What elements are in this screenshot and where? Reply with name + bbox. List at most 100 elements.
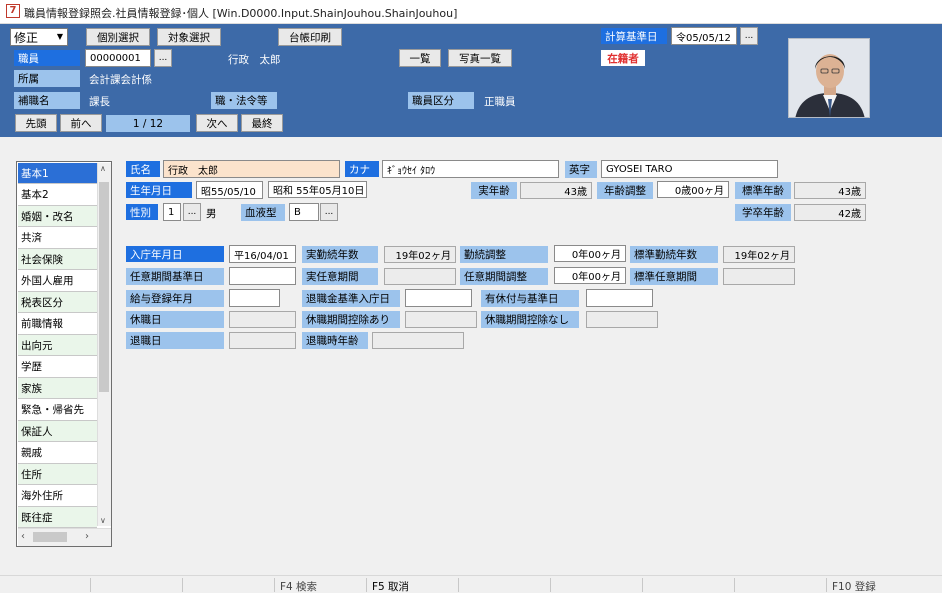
std-age-field: 43歳 (794, 182, 866, 199)
fkey-separator (826, 578, 827, 592)
paid-leave-base-label: 有休付与基準日 (481, 290, 579, 307)
gender-picker-button[interactable]: ... (183, 203, 201, 221)
blood-field[interactable]: B (289, 203, 319, 221)
blood-label: 血液型 (241, 204, 285, 221)
sidebar-item[interactable]: 海外住所 (18, 486, 97, 507)
birth-short-field[interactable]: 昭55/05/10 (196, 181, 263, 199)
grad-age-label: 学卒年齢 (735, 204, 791, 221)
list-button[interactable]: 一覧 (399, 49, 441, 67)
category-label: 職員区分 (408, 92, 474, 109)
ledger-print-button[interactable]: 台帳印刷 (278, 28, 342, 46)
f5-cancel-key[interactable]: F5 取消 (372, 579, 409, 593)
next-record-button[interactable]: 次へ (196, 114, 238, 132)
side-nav-list[interactable]: 基本1 基本2 婚姻・改名 共済 社会保険 外国人雇用 税表区分 前職情報 出向元 学歴 家族 緊急・… (16, 161, 112, 547)
leave-deduct-no-field (586, 311, 658, 328)
name-field[interactable]: 行政 太郎 (163, 160, 340, 178)
f10-register-key[interactable]: F10 登録 (832, 579, 876, 593)
paid-leave-base-field[interactable] (586, 289, 653, 307)
sidebar-item[interactable]: 税表区分 (18, 292, 97, 313)
optional-adjust-field[interactable]: 0年00ヶ月 (554, 267, 626, 284)
sidebar-item[interactable]: 家族 (18, 378, 97, 399)
service-adjust-field[interactable]: 0年00ヶ月 (554, 245, 626, 262)
std-age-label: 標準年齢 (735, 182, 791, 199)
salary-reg-field[interactable] (229, 289, 280, 307)
sidebar-item[interactable]: 住所 (18, 464, 97, 485)
sidebar-item[interactable]: 学歴 (18, 357, 97, 378)
retire-date-field (229, 332, 296, 349)
position-value: 課長 (89, 96, 110, 108)
fkey-separator (366, 578, 367, 592)
scrollbar-thumb[interactable] (99, 182, 109, 392)
sidebar-item[interactable]: 前職情報 (18, 314, 97, 335)
sidebar-item[interactable]: 基本2 (18, 185, 97, 206)
birth-label: 生年月日 (126, 182, 192, 198)
fkey-separator (274, 578, 275, 592)
leave-date-field (229, 311, 296, 328)
sidebar-item[interactable]: 既往症 (18, 507, 97, 528)
optional-adjust-label: 任意期間調整 (460, 268, 548, 285)
kana-field[interactable]: ｷﾞｮｳｾｲ ﾀﾛｳ (382, 160, 559, 178)
sidebar-item[interactable]: 婚姻・改名 (18, 206, 97, 227)
first-record-button[interactable]: 先頭 (15, 114, 57, 132)
eiji-label: 英字 (565, 161, 597, 178)
employee-photo (788, 38, 870, 118)
sidebar-item[interactable]: 基本1 (18, 163, 97, 184)
sidebar-item[interactable]: 親戚 (18, 443, 97, 464)
name-label: 氏名 (126, 161, 160, 177)
employee-label: 職員 (14, 50, 80, 66)
leave-date-label: 休職日 (126, 311, 224, 328)
chevron-down-icon[interactable]: ∨ (100, 516, 106, 525)
employee-number-field[interactable]: 00000001 (85, 49, 151, 67)
chevron-up-icon[interactable]: ∧ (100, 164, 106, 173)
target-select-button[interactable]: 対象選択 (157, 28, 221, 46)
sidebar-item[interactable]: 保証人 (18, 421, 97, 442)
sidebar-item[interactable]: 緊急・帰省先 (18, 400, 97, 421)
service-adjust-label: 勤続調整 (460, 246, 548, 263)
std-years-field: 19年02ヶ月 (723, 246, 795, 263)
retire-age-field (372, 332, 464, 349)
calc-date-picker-button[interactable]: ... (740, 27, 758, 45)
window-title: 職員情報登録照会.社員情報登録･個人 [Win.D0000.Input.Shai… (24, 7, 458, 20)
photo-list-button[interactable]: 写真一覧 (448, 49, 512, 67)
sidebar-item[interactable]: 社会保険 (18, 249, 97, 270)
dept-value: 会計課会計係 (89, 74, 152, 86)
retire-base-field[interactable] (405, 289, 472, 307)
person-photo-icon (789, 39, 869, 117)
leave-deduct-no-label: 休職期間控除なし (481, 311, 579, 328)
optional-base-field[interactable] (229, 267, 296, 285)
retire-date-label: 退職日 (126, 332, 224, 349)
optional-actual-field (384, 268, 456, 285)
blood-picker-button[interactable]: ... (320, 203, 338, 221)
fkey-separator (458, 578, 459, 592)
category-value: 正職員 (484, 96, 516, 108)
employee-search-button[interactable]: ... (154, 49, 172, 67)
fkey-separator (90, 578, 91, 592)
sidebar-item[interactable]: 出向元 (18, 335, 97, 356)
calc-date-label: 計算基準日 (601, 28, 667, 44)
prev-record-button[interactable]: 前へ (60, 114, 102, 132)
chevron-down-icon: ▼ (56, 32, 63, 41)
chevron-right-icon[interactable]: › (85, 531, 89, 542)
calc-date-field[interactable]: 令05/05/12 (671, 27, 737, 45)
age-adjust-field[interactable]: 0歳00ヶ月 (657, 181, 729, 198)
actual-years-label: 実勤続年数 (302, 246, 378, 263)
age-field: 43歳 (520, 182, 592, 199)
join-date-field[interactable]: 平16/04/01 (229, 245, 296, 263)
sidebar-item[interactable]: 共済 (18, 228, 97, 249)
leave-deduct-yes-label: 休職期間控除あり (302, 311, 400, 328)
individual-select-button[interactable]: 個別選択 (86, 28, 150, 46)
last-record-button[interactable]: 最終 (241, 114, 283, 132)
mode-select[interactable]: 修正 ▼ (10, 28, 68, 46)
gender-code-field[interactable]: 1 (163, 203, 181, 221)
status-badge: 在籍者 (601, 50, 645, 66)
join-date-label: 入庁年月日 (126, 246, 224, 262)
app-icon: 7 (6, 4, 20, 18)
chevron-left-icon[interactable]: ‹ (21, 531, 25, 542)
sidebar-item[interactable]: 外国人雇用 (18, 271, 97, 292)
f4-search-key[interactable]: F4 検索 (280, 579, 317, 593)
std-optional-field (723, 268, 795, 285)
gender-label: 性別 (126, 204, 158, 220)
page-indicator: 1 / 12 (106, 115, 190, 132)
scrollbar-thumb[interactable] (33, 532, 67, 542)
eiji-field[interactable]: GYOSEI TARO (601, 160, 778, 178)
